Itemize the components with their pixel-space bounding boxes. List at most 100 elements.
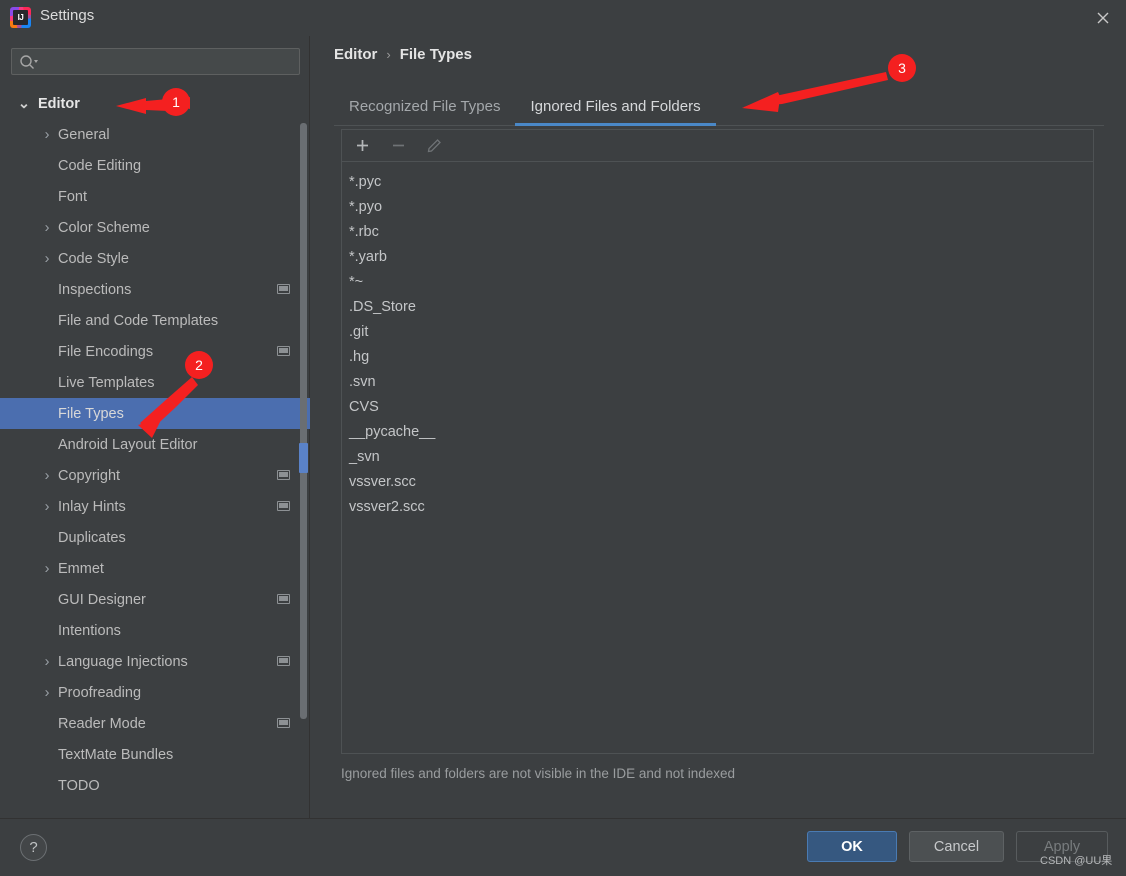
help-button[interactable]: ? — [20, 834, 47, 861]
sidebar-item-label: Proofreading — [58, 684, 142, 701]
watermark-text: CSDN @UU果 — [1040, 855, 1113, 867]
cancel-button[interactable]: Cancel — [909, 831, 1004, 862]
window-title: Settings — [40, 7, 95, 24]
sidebar-item-inlay-hints[interactable]: › Inlay Hints — [0, 491, 310, 522]
intellij-logo-icon: IJ — [10, 7, 31, 28]
sidebar-item-todo[interactable]: TODO — [0, 770, 310, 801]
sidebar-item-copyright[interactable]: › Copyright — [0, 460, 310, 491]
tab-ignored-files-and-folders[interactable]: Ignored Files and Folders — [515, 88, 716, 126]
sidebar-item-android-layout-editor[interactable]: Android Layout Editor — [0, 429, 310, 460]
sidebar-item-label: Copyright — [58, 467, 121, 484]
sidebar-item-proofreading[interactable]: › Proofreading — [0, 677, 310, 708]
sidebar-item-intentions[interactable]: Intentions — [0, 615, 310, 646]
sidebar-item-label: Intentions — [58, 622, 121, 639]
sidebar-item-gui-designer[interactable]: GUI Designer — [0, 584, 310, 615]
panel-hint-text: Ignored files and folders are not visibl… — [341, 766, 735, 781]
chevron-right-icon[interactable]: › — [41, 499, 53, 515]
list-item[interactable]: .DS_Store — [346, 294, 1093, 319]
chevron-right-icon[interactable]: › — [41, 685, 53, 701]
sidebar-item-label: Code Editing — [58, 157, 142, 174]
sidebar-item-label: Live Templates — [58, 374, 155, 391]
sidebar-item-language-injections[interactable]: › Language Injections — [0, 646, 310, 677]
list-item[interactable]: *.rbc — [346, 219, 1093, 244]
chevron-right-icon[interactable]: › — [41, 251, 53, 267]
sidebar-item-live-templates[interactable]: Live Templates — [0, 367, 310, 398]
tab-recognized-file-types[interactable]: Recognized File Types — [334, 88, 515, 125]
sidebar-item-label: Inspections — [58, 281, 132, 298]
chevron-right-icon[interactable]: › — [41, 220, 53, 236]
settings-tree: ⌄ Editor › General Code Editing Font › Color Sc… — [0, 88, 310, 818]
list-item[interactable]: *.yarb — [346, 244, 1093, 269]
annotation-badge-1: 1 — [162, 88, 190, 116]
sidebar-item-font[interactable]: Font — [0, 181, 310, 212]
chevron-right-icon[interactable]: › — [41, 127, 53, 143]
sidebar-item-code-style[interactable]: › Code Style — [0, 243, 310, 274]
list-item[interactable]: .git — [346, 319, 1093, 344]
chevron-down-icon[interactable]: ⌄ — [18, 96, 30, 112]
sidebar-item-reader-mode[interactable]: Reader Mode — [0, 708, 310, 739]
sidebar-item-label: File Encodings — [58, 343, 154, 360]
close-icon[interactable] — [1080, 0, 1126, 36]
add-icon[interactable] — [351, 135, 373, 157]
sidebar-item-general[interactable]: › General — [0, 119, 310, 150]
sidebar-item-label: Inlay Hints — [58, 498, 126, 515]
ignored-files-list[interactable]: *.pyc *.pyo *.rbc *.yarb *~ .DS_Store .git .hg.… — [342, 162, 1093, 752]
project-scope-icon — [277, 284, 290, 294]
sidebar-item-inspections[interactable]: Inspections — [0, 274, 310, 305]
sidebar-item-file-types[interactable]: File Types — [0, 398, 310, 429]
sidebar-item-emmet[interactable]: › Emmet — [0, 553, 310, 584]
list-item[interactable]: .svn — [346, 369, 1093, 394]
breadcrumb-root[interactable]: Editor — [334, 46, 377, 63]
sidebar-item-code-editing[interactable]: Code Editing — [0, 150, 310, 181]
sidebar-item-label: File Types — [58, 405, 124, 422]
list-item[interactable]: CVS — [346, 394, 1093, 419]
list-toolbar — [342, 130, 1093, 162]
search-input[interactable] — [42, 49, 292, 74]
sidebar-scrollbar-thumb[interactable] — [299, 443, 308, 473]
breadcrumb-separator-icon: › — [386, 47, 391, 62]
sidebar-item-label: Font — [58, 188, 88, 205]
list-item[interactable]: *~ — [346, 269, 1093, 294]
list-item[interactable]: .hg — [346, 344, 1093, 369]
sidebar-item-label: File and Code Templates — [58, 312, 219, 329]
list-item[interactable]: vssver.scc — [346, 469, 1093, 494]
sidebar-item-color-scheme[interactable]: › Color Scheme — [0, 212, 310, 243]
sidebar-item-textmate-bundles[interactable]: TextMate Bundles — [0, 739, 310, 770]
sidebar-item-editor[interactable]: ⌄ Editor — [0, 88, 310, 119]
edit-pencil-icon[interactable] — [423, 135, 445, 157]
sidebar-item-label: Editor — [38, 95, 80, 112]
file-types-tabs: Recognized File Types Ignored Files and F… — [334, 88, 1104, 126]
sidebar-item-label: TextMate Bundles — [58, 746, 174, 763]
project-scope-icon — [277, 470, 290, 480]
list-item[interactable]: __pycache__ — [346, 419, 1093, 444]
sidebar-item-file-encodings[interactable]: File Encodings — [0, 336, 310, 367]
title-bar: IJ Settings — [0, 0, 1126, 36]
list-item[interactable]: vssver2.scc — [346, 494, 1093, 519]
sidebar-item-label: Language Injections — [58, 653, 188, 670]
settings-sidebar: ⌄ Editor › General Code Editing Font › Color Sc… — [0, 36, 310, 818]
annotation-badge-2: 2 — [185, 351, 213, 379]
breadcrumb-current: File Types — [399, 46, 472, 63]
remove-icon[interactable] — [387, 135, 409, 157]
search-box[interactable] — [11, 48, 300, 75]
chevron-right-icon[interactable]: › — [41, 654, 53, 670]
search-icon — [19, 54, 39, 70]
chevron-right-icon[interactable]: › — [41, 468, 53, 484]
breadcrumb: Editor › File Types — [334, 46, 472, 63]
sidebar-item-label: TODO — [58, 777, 100, 794]
sidebar-item-duplicates[interactable]: Duplicates — [0, 522, 310, 553]
project-scope-icon — [277, 501, 290, 511]
sidebar-item-label: GUI Designer — [58, 591, 146, 608]
chevron-right-icon[interactable]: › — [41, 561, 53, 577]
sidebar-item-file-and-code-templates[interactable]: File and Code Templates — [0, 305, 310, 336]
settings-dialog: IJ Settings ⌄ Editor › General Code Editing F… — [0, 0, 1126, 876]
sidebar-item-label: Code Style — [58, 250, 129, 267]
sidebar-scrollbar-track[interactable] — [300, 123, 307, 719]
sidebar-item-label: General — [58, 126, 110, 143]
list-item[interactable]: *.pyo — [346, 194, 1093, 219]
logo-text: IJ — [13, 10, 28, 25]
ok-button[interactable]: OK — [807, 831, 897, 862]
list-item[interactable]: _svn — [346, 444, 1093, 469]
list-item[interactable]: *.pyc — [346, 169, 1093, 194]
annotation-badge-3: 3 — [888, 54, 916, 82]
